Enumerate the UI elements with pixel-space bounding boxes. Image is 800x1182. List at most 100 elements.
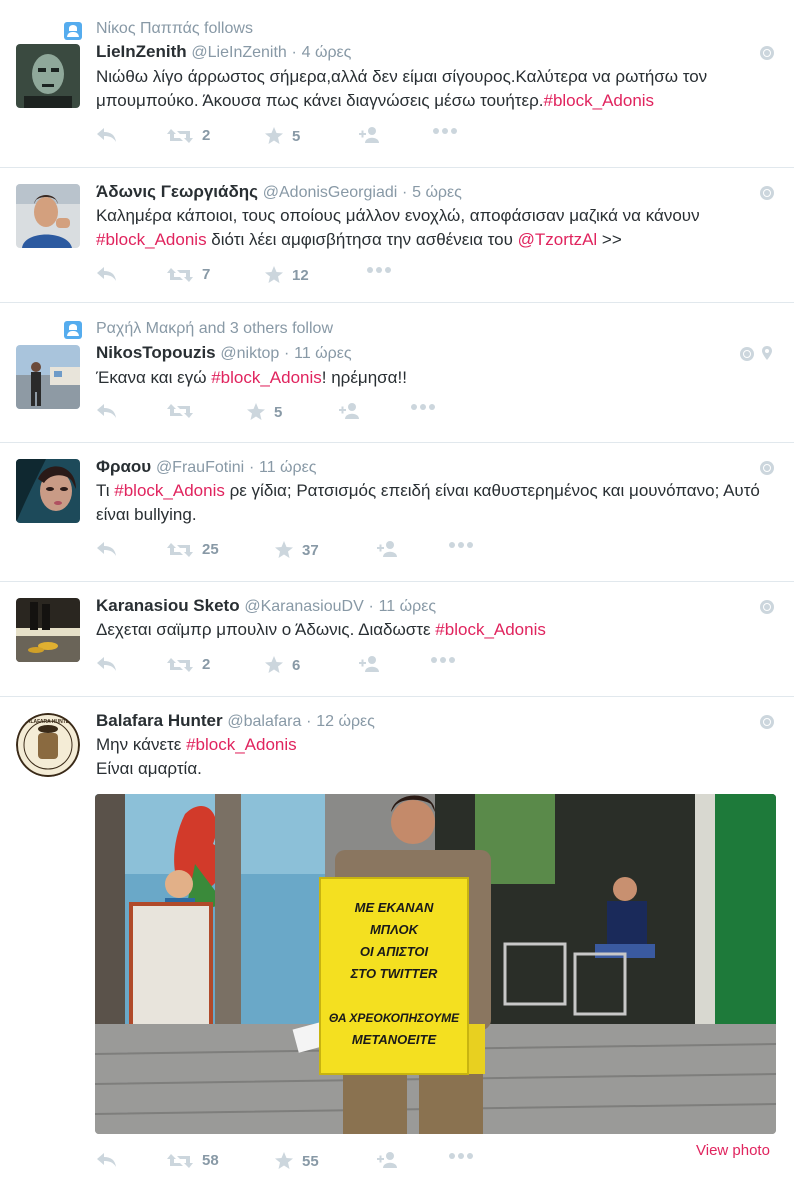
more-icon — [367, 267, 391, 273]
sign-line: ΟΙ ΑΠΙΣΤΟΙ — [360, 944, 429, 959]
follow-button[interactable] — [358, 127, 382, 143]
follow-context[interactable]: Νίκος Παππάς follows — [96, 20, 253, 38]
add-user-icon — [359, 656, 379, 672]
retweet-button[interactable]: 25 — [166, 541, 219, 558]
favorite-button[interactable]: 12 — [264, 266, 309, 284]
favorite-button[interactable]: 5 — [246, 403, 282, 421]
user-handle[interactable]: @niktop — [220, 345, 279, 362]
tweet[interactable]: BALAFARA HUNTER Balafara Hunter @balafar… — [0, 697, 794, 1182]
avatar[interactable] — [16, 459, 80, 523]
hashtag-link[interactable]: #block_Adonis — [543, 91, 654, 110]
more-button[interactable] — [366, 266, 392, 274]
more-button[interactable] — [448, 541, 474, 549]
user-handle[interactable]: @KaranasiouDV — [244, 598, 363, 615]
separator: · — [402, 184, 408, 201]
reply-button[interactable] — [96, 541, 118, 557]
tweet-text: Νιώθω λίγο άρρωστος σήμερα,αλλά δεν είμα… — [96, 67, 708, 110]
reply-icon — [97, 404, 116, 418]
reply-button[interactable] — [96, 656, 118, 672]
favorite-button[interactable]: 5 — [264, 127, 300, 145]
user-name[interactable]: Balafara Hunter — [96, 711, 223, 730]
avatar[interactable] — [16, 184, 80, 248]
tweet-actions: 58 55 — [96, 1152, 496, 1174]
more-button[interactable] — [430, 656, 456, 664]
mention-link[interactable]: @TzortzAl — [518, 230, 598, 249]
add-user-icon — [339, 403, 359, 419]
avatar[interactable] — [16, 44, 80, 108]
user-name[interactable]: NikosTopouzis — [96, 343, 216, 362]
timestamp[interactable]: 4 ώρες — [302, 44, 352, 61]
timestamp[interactable]: 5 ώρες — [412, 184, 462, 201]
user-handle[interactable]: @FrauFotini — [156, 459, 244, 476]
reply-button[interactable] — [96, 266, 118, 282]
retweet-count: 25 — [202, 541, 219, 558]
timestamp[interactable]: 11 ώρες — [379, 598, 437, 615]
avatar[interactable]: BALAFARA HUNTER — [16, 713, 80, 777]
follow-button[interactable] — [376, 541, 400, 557]
tweet-header: Karanasiou Sketo @KaranasiouDV · 11 ώρες — [96, 596, 436, 616]
reply-icon — [97, 267, 116, 281]
retweet-button[interactable]: 58 — [166, 1152, 219, 1169]
star-icon — [265, 266, 283, 283]
retweet-button[interactable]: 7 — [166, 266, 210, 283]
more-icon — [433, 128, 457, 134]
follow-button[interactable] — [376, 1152, 400, 1168]
reply-button[interactable] — [96, 127, 118, 143]
tweet-text: Μην κάνετε #block_Adonis Είναι αμαρτία. — [96, 735, 297, 778]
timestamp[interactable]: 12 ώρες — [316, 713, 375, 730]
sign-line: ΜΕΤΑΝΟΕΙΤΕ — [352, 1032, 437, 1047]
tweet[interactable]: Νίκος Παππάς follows LieInZenith @LieInZ… — [0, 0, 794, 168]
favorite-count: 55 — [302, 1152, 319, 1170]
timeline: Νίκος Παππάς follows LieInZenith @LieInZ… — [0, 0, 800, 1182]
tweet[interactable]: Ραχήλ Μακρή and 3 others follow NikosTop… — [0, 303, 794, 443]
separator: · — [368, 598, 374, 615]
user-handle[interactable]: @AdonisGeorgiadi — [263, 184, 398, 201]
hashtag-link[interactable]: #block_Adonis — [211, 368, 322, 387]
hashtag-link[interactable]: #block_Adonis — [186, 735, 297, 754]
favorite-count: 5 — [292, 127, 301, 145]
more-button[interactable] — [410, 403, 436, 411]
retweet-icon — [167, 657, 193, 672]
user-name[interactable]: Φραου — [96, 457, 151, 476]
tweet[interactable]: Άδωνις Γεωργιάδης @AdonisGeorgiadi · 5 ώ… — [0, 168, 794, 303]
user-name[interactable]: Karanasiou Sketo — [96, 596, 240, 615]
retweet-button[interactable]: 2 — [166, 656, 210, 673]
hashtag-link[interactable]: #block_Adonis — [114, 481, 225, 500]
reply-button[interactable] — [96, 1152, 118, 1168]
star-icon — [247, 403, 265, 420]
user-handle[interactable]: @balafara — [227, 713, 301, 730]
retweet-icon — [167, 542, 193, 557]
user-name[interactable]: Άδωνις Γεωργιάδης — [96, 182, 258, 201]
reply-icon — [97, 128, 116, 142]
favorite-button[interactable]: 37 — [274, 541, 319, 559]
hashtag-link[interactable]: #block_Adonis — [96, 230, 207, 249]
follow-button[interactable] — [338, 403, 362, 419]
follow-button[interactable] — [358, 656, 382, 672]
star-icon — [265, 127, 283, 144]
star-icon — [275, 1152, 293, 1169]
tweet[interactable]: Karanasiou Sketo @KaranasiouDV · 11 ώρες… — [0, 582, 794, 697]
follow-context-icon — [64, 321, 82, 339]
more-button[interactable] — [432, 127, 458, 135]
retweet-count: 2 — [202, 656, 211, 673]
tweet-actions: 2 6 — [96, 656, 496, 678]
more-button[interactable] — [448, 1152, 474, 1160]
follow-context[interactable]: Ραχήλ Μακρή and 3 others follow — [96, 320, 333, 338]
retweet-button[interactable]: 2 — [166, 127, 210, 144]
tweet-photo[interactable]: ΜΕ ΕΚΑΝΑΝ ΜΠΛΟΚ ΟΙ ΑΠΙΣΤΟΙ ΣΤΟ TWITTER Θ… — [95, 794, 776, 1134]
user-handle[interactable]: @LieInZenith — [191, 44, 286, 61]
tweet-actions: 7 12 — [96, 266, 496, 288]
retweet-button[interactable] — [166, 403, 194, 419]
favorite-button[interactable]: 6 — [264, 656, 300, 674]
reply-button[interactable] — [96, 403, 118, 419]
view-photo-link[interactable]: View photo — [696, 1142, 770, 1159]
timestamp[interactable]: 11 ώρες — [294, 345, 352, 362]
tweet[interactable]: Φραου @FrauFotini · 11 ώρες Τι #block_Ad… — [0, 443, 794, 582]
timestamp[interactable]: 11 ώρες — [259, 459, 317, 476]
tweet-header: Άδωνις Γεωργιάδης @AdonisGeorgiadi · 5 ώ… — [96, 182, 462, 202]
avatar[interactable] — [16, 345, 80, 409]
user-name[interactable]: LieInZenith — [96, 42, 187, 61]
hashtag-link[interactable]: #block_Adonis — [435, 620, 546, 639]
favorite-button[interactable]: 55 — [274, 1152, 319, 1170]
avatar[interactable] — [16, 598, 80, 662]
